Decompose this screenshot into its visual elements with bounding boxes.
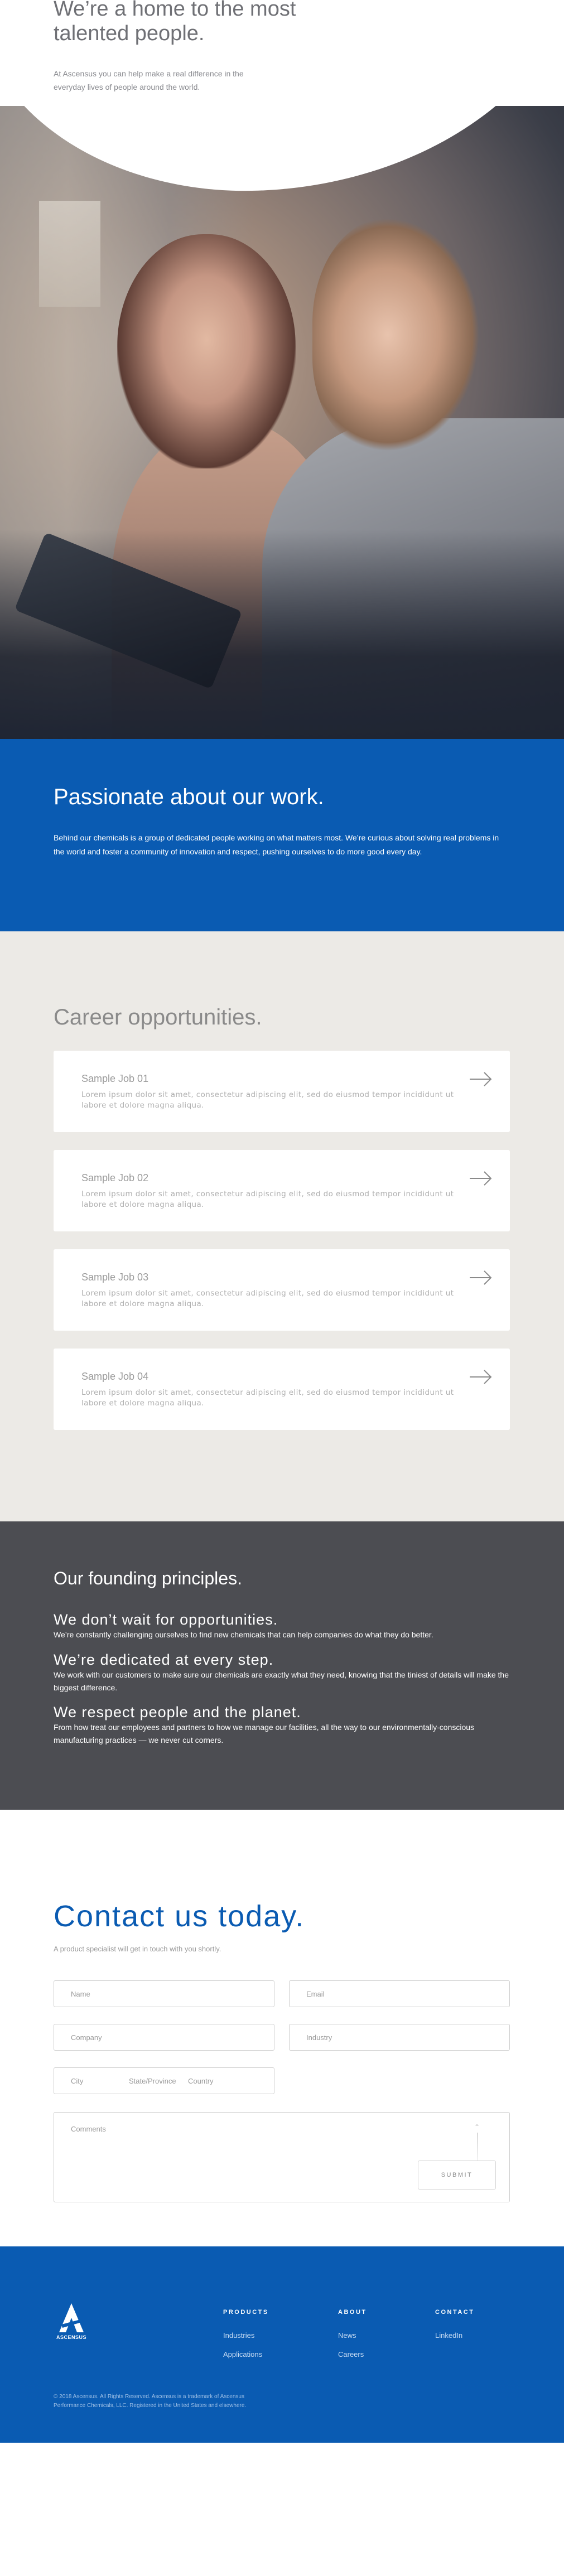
job-title: Sample Job 03 <box>81 1272 149 1283</box>
footer-link-applications[interactable]: Applications <box>223 2349 269 2360</box>
contact-subtitle: A product specialist will get in touch w… <box>54 1945 221 1953</box>
submit-button[interactable]: SUBMIT <box>418 2161 496 2190</box>
arrow-right-icon[interactable] <box>469 1269 493 1286</box>
principle-item: We’re dedicated at every step. We work w… <box>54 1651 511 1694</box>
careers-page: We’re a home to the most talented people… <box>0 0 564 2576</box>
footer-heading: ABOUT <box>338 2309 367 2316</box>
principle-text: We work with our customers to make sure … <box>54 1670 509 1692</box>
intro-title: We’re a home to the most talented people… <box>54 0 296 45</box>
careers-title: Career opportunities. <box>54 1005 262 1030</box>
principle-item: We don’t wait for opportunities. We’re c… <box>54 1611 511 1641</box>
job-description: Lorem ipsum dolor sit amet, consectetur … <box>81 1190 454 1209</box>
principle-heading: We don’t wait for opportunities. <box>54 1611 278 1628</box>
industry-input[interactable] <box>290 2024 509 2050</box>
principles-title: Our founding principles. <box>54 1568 242 1588</box>
chevron-up-icon[interactable]: ⌃ <box>474 2124 480 2130</box>
name-field <box>54 1980 274 2007</box>
country-input[interactable] <box>188 2068 238 2094</box>
intro-section: We’re a home to the most talented people… <box>0 0 564 151</box>
contact-section: Contact us today. A product specialist w… <box>0 1810 564 2246</box>
careers-section: Career opportunities. Sample Job 01 Lore… <box>0 931 564 1521</box>
footer-column-contact: CONTACT LinkedIn <box>435 2309 474 2349</box>
footer-link-news[interactable]: News <box>338 2330 367 2341</box>
footer-heading: CONTACT <box>435 2309 475 2316</box>
footer-link-linkedin[interactable]: LinkedIn <box>435 2330 474 2341</box>
job-title: Sample Job 02 <box>81 1172 149 1183</box>
job-title: Sample Job 01 <box>81 1073 149 1084</box>
passion-section: Passionate about our work. Behind our ch… <box>0 739 564 931</box>
arrow-right-icon[interactable] <box>469 1071 493 1088</box>
logo-wordmark: ASCENSUS <box>56 2335 86 2340</box>
job-description: Lorem ipsum dolor sit amet, consectetur … <box>81 1388 454 1408</box>
footer-link-industries[interactable]: Industries <box>223 2330 269 2341</box>
company-input[interactable] <box>54 2024 274 2050</box>
city-input[interactable] <box>71 2068 129 2094</box>
industry-field <box>289 2024 510 2051</box>
job-card[interactable]: Sample Job 02 Lorem ipsum dolor sit amet… <box>54 1150 510 1231</box>
contact-title: Contact us today. <box>54 1900 305 1933</box>
job-title: Sample Job 04 <box>81 1371 149 1382</box>
principles-section: Our founding principles. We don’t wait f… <box>0 1521 564 1810</box>
email-input[interactable] <box>290 1981 509 2007</box>
name-input[interactable] <box>54 1981 274 2007</box>
job-card[interactable]: Sample Job 03 Lorem ipsum dolor sit amet… <box>54 1249 510 1331</box>
arrow-right-icon[interactable] <box>469 1369 493 1385</box>
job-description: Lorem ipsum dolor sit amet, consectetur … <box>81 1090 454 1110</box>
passion-text: Behind our chemicals is a group of dedic… <box>54 833 499 856</box>
footer-link-careers[interactable]: Careers <box>338 2349 367 2360</box>
state-input[interactable] <box>129 2068 188 2094</box>
principle-heading: We respect people and the planet. <box>54 1704 301 1720</box>
job-card[interactable]: Sample Job 01 Lorem ipsum dolor sit amet… <box>54 1051 510 1132</box>
intro-text: At Ascensus you can help make a real dif… <box>54 69 244 91</box>
site-footer: ASCENSUS PRODUCTS Industries Application… <box>0 2246 564 2443</box>
location-field <box>54 2067 274 2094</box>
job-card[interactable]: Sample Job 04 Lorem ipsum dolor sit amet… <box>54 1349 510 1430</box>
company-field <box>54 2024 274 2051</box>
passion-title: Passionate about our work. <box>54 785 324 809</box>
principle-item: We respect people and the planet. From h… <box>54 1703 511 1747</box>
footer-column-products: PRODUCTS Industries Applications <box>223 2309 269 2368</box>
principle-heading: We’re dedicated at every step. <box>54 1651 274 1668</box>
comments-field: ⌃ SUBMIT <box>54 2112 510 2202</box>
legal-text: © 2018 Ascensus. All Rights Reserved. As… <box>54 2394 247 2409</box>
team-photo <box>0 106 564 739</box>
arrow-right-icon[interactable] <box>469 1170 493 1187</box>
footer-heading: PRODUCTS <box>223 2309 269 2316</box>
ascensus-logo[interactable]: ASCENSUS <box>54 2302 89 2343</box>
principle-text: We’re constantly challenging ourselves t… <box>54 1630 433 1639</box>
principle-text: From how treat our employees and partner… <box>54 1723 475 1744</box>
job-description: Lorem ipsum dolor sit amet, consectetur … <box>81 1289 454 1308</box>
footer-column-about: ABOUT News Careers <box>338 2309 367 2368</box>
logo-mark-icon <box>59 2303 84 2332</box>
email-field <box>289 1980 510 2007</box>
